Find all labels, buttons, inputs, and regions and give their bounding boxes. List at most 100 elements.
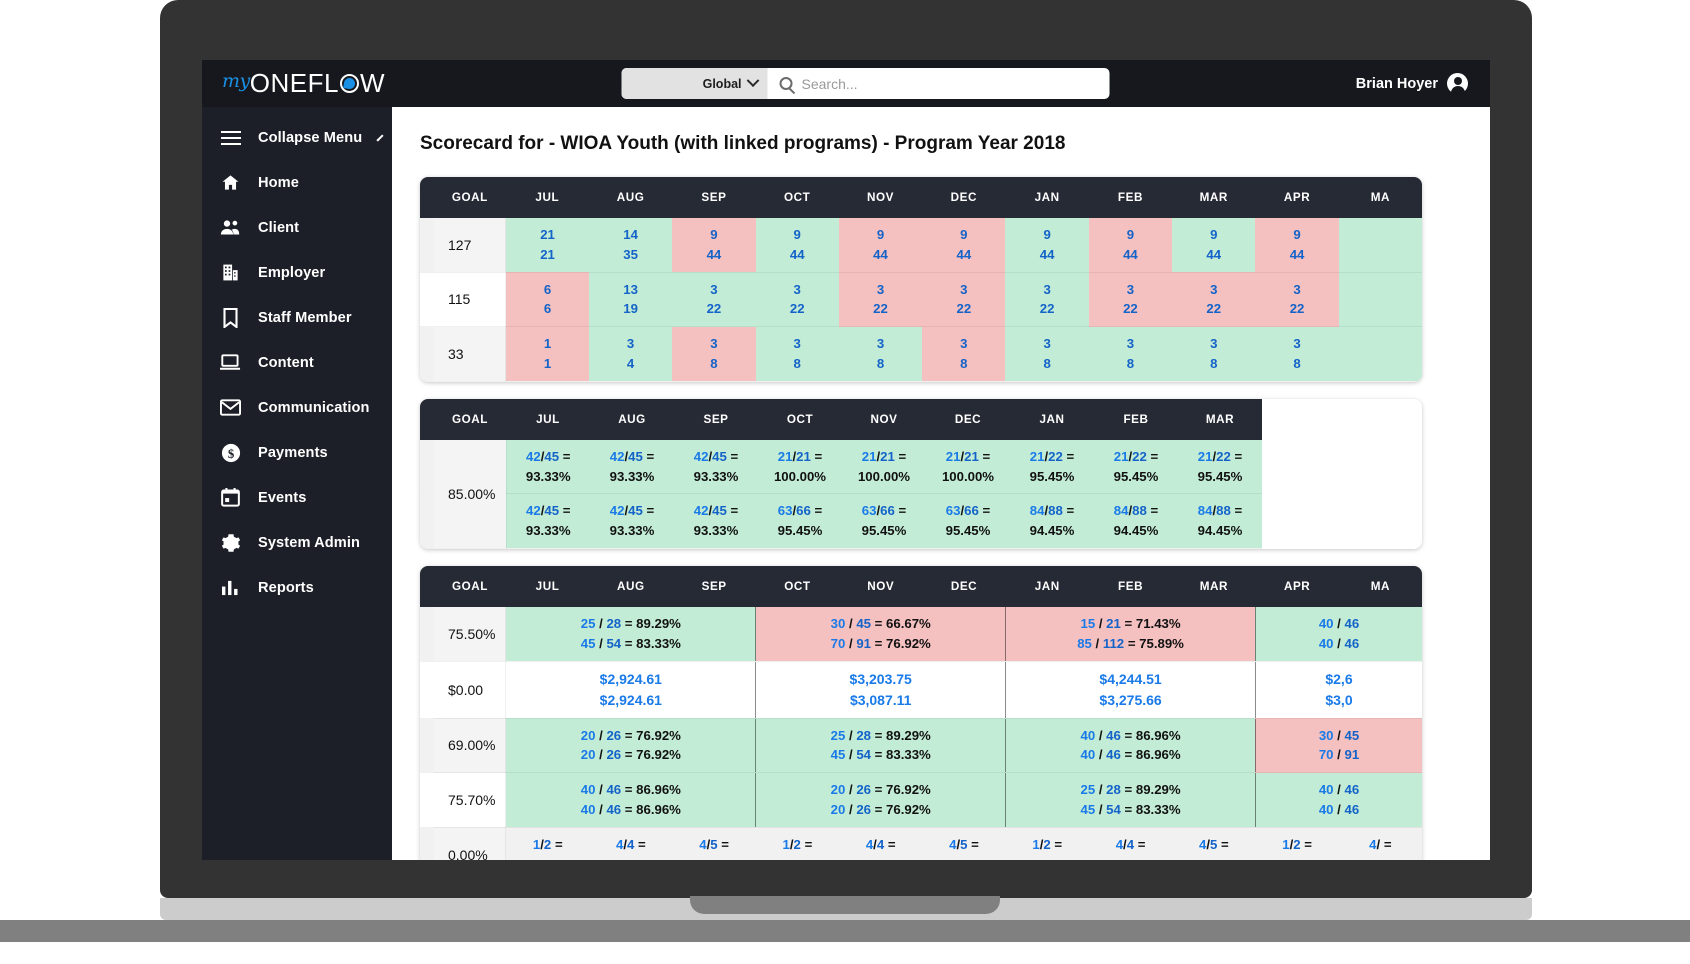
metric-cell[interactable]: 63/66 = 95.45% (926, 493, 1010, 549)
column-header-month[interactable]: DEC (922, 565, 1006, 607)
metric-cell[interactable]: 9 44 (672, 218, 756, 273)
sidebar-item-client[interactable]: Client (202, 205, 392, 250)
metric-cell[interactable]: 42/45 = 93.33% (506, 439, 590, 495)
column-header-month[interactable]: JAN (1005, 177, 1089, 218)
metric-cell[interactable]: 4/4 =100% (1088, 827, 1173, 860)
column-header-month[interactable]: APR (1255, 177, 1339, 218)
column-header-month[interactable]: AUG (590, 398, 674, 440)
metric-cell[interactable]: 21/21 = 100.00% (758, 439, 842, 495)
column-header-month[interactable]: MAR (1172, 565, 1256, 607)
sidebar-item-reports[interactable]: Reports (202, 565, 392, 610)
metric-cell[interactable] (1338, 326, 1422, 382)
metric-cell[interactable]: 66 (505, 272, 589, 328)
metric-cell[interactable]: 42/45 = 93.33% (590, 493, 674, 549)
metric-cell[interactable]: 4/5 =80% (1172, 827, 1256, 860)
column-header-month[interactable]: FEB (1094, 398, 1178, 440)
metric-cell[interactable]: 1/2 =50% (505, 827, 590, 860)
metric-cell[interactable]: 3 22 (838, 272, 923, 328)
user-menu[interactable]: Brian Hoyer (1356, 73, 1468, 95)
column-header-goal[interactable]: GOAL (434, 565, 506, 607)
metric-cell-group[interactable]: 40 / 46 = 86.96% 40 / 46 = 86.96% (505, 772, 756, 828)
column-header-month[interactable]: MAR (1178, 398, 1262, 440)
metric-cell[interactable]: 3 22 (1172, 272, 1256, 328)
metric-cell[interactable]: 4/5 =80% (922, 827, 1006, 860)
metric-cell[interactable]: 38 (755, 326, 839, 382)
brand-logo[interactable]: my ONEFL W (222, 68, 385, 99)
metric-cell[interactable]: 13 19 (588, 272, 673, 328)
column-header-month[interactable]: JUL (505, 565, 590, 607)
metric-cell-group[interactable]: 20 / 26 = 76.92% 20 / 26 = 76.92% (505, 718, 756, 774)
metric-cell[interactable]: 3 22 (1005, 272, 1089, 328)
column-header-month[interactable]: MAR (1172, 177, 1256, 218)
metric-cell[interactable]: 3 22 (1088, 272, 1173, 328)
chevron-left-icon[interactable] (376, 133, 384, 142)
metric-cell[interactable]: 38 (1005, 326, 1089, 382)
column-header-month[interactable]: AUG (589, 565, 673, 607)
column-header-month[interactable]: DEC (926, 398, 1010, 440)
metric-cell[interactable]: 9 44 (755, 218, 839, 273)
metric-cell[interactable]: 38 (1255, 326, 1339, 382)
metric-cell-group[interactable]: 25 / 28 = 89.29% 45 / 54 = 83.33% (505, 606, 756, 662)
column-header-month[interactable]: JUL (505, 177, 589, 218)
metric-cell-group[interactable]: 25 / 28 = 89.29% 45 / 54 = 83.33% (1005, 772, 1256, 828)
metric-cell[interactable]: 1/2 =50% (755, 827, 840, 860)
metric-cell-group[interactable]: 40 / 46 = 86.96% 40 / 46 = 86.96% (1005, 718, 1256, 774)
metric-cell[interactable]: 38 (672, 326, 756, 382)
metric-cell[interactable]: 4/ =10 (1338, 827, 1422, 860)
metric-cell-group[interactable]: $2,924.61 $2,924.61 (505, 661, 756, 719)
column-header-month[interactable]: FEB (1088, 177, 1173, 218)
column-header-month[interactable]: OCT (758, 398, 842, 440)
search-scope-dropdown[interactable]: Global (621, 68, 768, 99)
table-horizontal-scroller[interactable]: GOAL JUL AUG SEP OCT NOV DEC JAN FEB MAR 85.00% 42/… (420, 398, 1422, 549)
metric-cell[interactable]: 63/66 = 95.45% (842, 493, 926, 549)
metric-cell-group[interactable]: 40 / 46 40 / 46 (1254, 606, 1422, 662)
column-header-month[interactable]: NOV (838, 177, 923, 218)
metric-cell[interactable]: 9 44 (1172, 218, 1256, 273)
column-header-month[interactable]: MA (1338, 177, 1422, 218)
metric-cell[interactable]: 9 44 (1255, 218, 1339, 273)
metric-cell[interactable]: 63/66 = 95.45% (758, 493, 842, 549)
collapse-menu-button[interactable]: Collapse Menu (202, 115, 392, 160)
metric-cell[interactable]: 3 22 (1255, 272, 1339, 328)
metric-cell[interactable]: 4/5 =80% (672, 827, 756, 860)
metric-cell[interactable]: 11 (505, 326, 589, 382)
sidebar-item-payments[interactable]: $ Payments (202, 430, 392, 475)
column-header-month[interactable]: FEB (1088, 565, 1173, 607)
metric-cell[interactable]: 3 22 (922, 272, 1006, 328)
metric-cell[interactable]: 42/45 = 93.33% (590, 439, 674, 495)
metric-cell[interactable]: 84/88 = 94.45% (1010, 493, 1094, 549)
metric-cell[interactable]: 21/21 = 100.00% (842, 439, 926, 495)
metric-cell[interactable]: 14 35 (588, 218, 673, 273)
metric-cell-group[interactable]: 30 / 45 = 66.67% 70 / 91 = 76.92% (755, 606, 1006, 662)
sidebar-item-employer[interactable]: Employer (202, 250, 392, 295)
metric-cell-group[interactable]: $4,244.51 $3,275.66 (1005, 661, 1256, 719)
metric-cell[interactable]: 9 44 (1005, 218, 1089, 273)
column-header-month[interactable]: NOV (842, 398, 926, 440)
column-header-goal[interactable]: GOAL (434, 398, 506, 440)
column-header-month[interactable]: JAN (1005, 565, 1089, 607)
column-header-goal[interactable]: GOAL (434, 177, 506, 218)
column-header-month[interactable]: JUL (506, 398, 590, 440)
metric-cell[interactable]: 42/45 = 93.33% (674, 439, 758, 495)
column-header-month[interactable]: OCT (755, 565, 840, 607)
column-header-month[interactable]: AUG (588, 177, 673, 218)
table-horizontal-scroller[interactable]: GOAL JUL AUG SEP OCT NOV DEC JAN FEB MAR APR MA 127 2… (420, 177, 1422, 382)
metric-cell[interactable]: 4/4 =100% (589, 827, 673, 860)
metric-cell[interactable]: 3 22 (755, 272, 839, 328)
metric-cell[interactable]: 1/2 =50% (1005, 827, 1089, 860)
metric-cell-group[interactable]: 30 / 45 70 / 91 (1254, 718, 1422, 774)
metric-cell[interactable]: 21/22 = 95.45% (1010, 439, 1094, 495)
metric-cell-group[interactable]: 15 / 21 = 71.43% 85 / 112 = 75.89% (1005, 606, 1256, 662)
column-header-month[interactable]: NOV (839, 565, 923, 607)
sidebar-item-system-admin[interactable]: System Admin (202, 520, 392, 565)
metric-cell-group[interactable]: 40 / 46 40 / 46 (1254, 772, 1422, 828)
column-header-month[interactable]: SEP (672, 565, 756, 607)
metric-cell-group[interactable]: 25 / 28 = 89.29% 45 / 54 = 83.33% (755, 718, 1006, 774)
metric-cell[interactable]: 9 44 (1088, 218, 1173, 273)
sidebar-item-staff-member[interactable]: Staff Member (202, 295, 392, 340)
metric-cell[interactable]: 38 (922, 326, 1006, 382)
metric-cell[interactable]: 4/4 =100% (839, 827, 923, 860)
metric-cell-group[interactable]: $3,203.75 $3,087.11 (755, 661, 1006, 719)
column-header-month[interactable]: OCT (755, 177, 839, 218)
metric-cell[interactable]: 21/21 = 100.00% (926, 439, 1010, 495)
